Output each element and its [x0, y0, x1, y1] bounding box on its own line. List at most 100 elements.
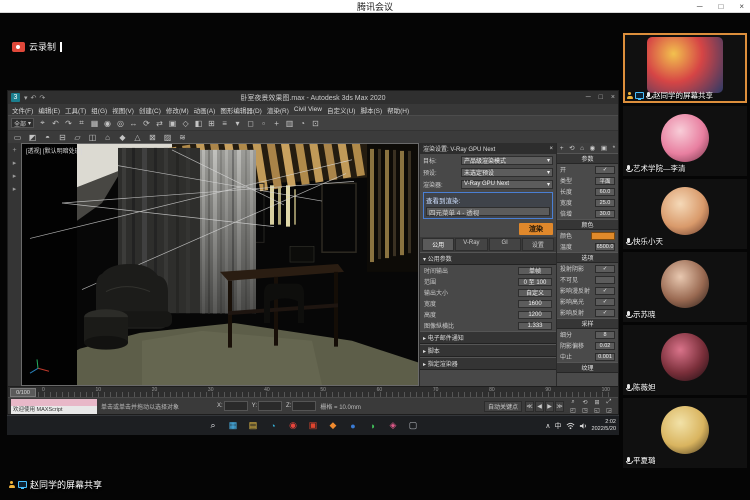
strip-icon[interactable]: ▸	[13, 159, 17, 167]
toolbar-icon[interactable]: ≋	[176, 131, 189, 143]
playback-icon[interactable]: ≫	[555, 401, 564, 412]
participant-tile[interactable]: 快乐小天	[623, 179, 747, 249]
toolbar-icon[interactable]: ◓	[41, 131, 54, 143]
command-panel-row[interactable]: 选项	[557, 252, 618, 263]
auto-key-button[interactable]: 自动关键点	[484, 401, 522, 412]
menu-item[interactable]: 自定义(U)	[327, 105, 356, 115]
command-panel-row[interactable]: 细分 8	[557, 329, 618, 340]
command-panel-tab-icon[interactable]: ▣	[601, 144, 607, 152]
toolbar-icon[interactable]: ◇	[179, 117, 192, 129]
rollout-header[interactable]: ▾ 公用参数	[420, 252, 556, 265]
toolbar-icon[interactable]: ▫	[257, 117, 270, 129]
viewport-nav-icon[interactable]: ◰	[567, 406, 579, 414]
viewport-nav-icon[interactable]: ◲	[603, 406, 615, 414]
toolbar-icon[interactable]: ▦	[88, 117, 101, 129]
command-panel-tab-icon[interactable]: ◉	[590, 144, 596, 152]
menu-item[interactable]: 图形编辑器(D)	[220, 105, 262, 115]
toolbar-icon[interactable]: ⌂	[101, 131, 114, 143]
toolbar-icon[interactable]: ⟳	[140, 117, 153, 129]
viewport-label[interactable]: [透视] [默认明暗处理]	[26, 146, 82, 155]
taskbar-clock[interactable]: 2:02 2022/5/20	[592, 419, 616, 432]
menu-item[interactable]: 创建(C)	[139, 105, 161, 115]
render-dialog-tab[interactable]: GI	[489, 238, 521, 251]
render-param-row[interactable]: 宽度 1600	[420, 298, 556, 309]
menu-item[interactable]: 组(G)	[91, 105, 107, 115]
command-panel-row[interactable]: 纹理	[557, 362, 618, 373]
quick-access-icon[interactable]: ▾	[24, 94, 28, 102]
participant-tile[interactable]: 陈薇妲	[623, 325, 747, 395]
render-button[interactable]: 渲染	[519, 223, 553, 235]
participant-tile[interactable]: 赵同学的屏幕共享	[623, 33, 747, 103]
toolbar-icon[interactable]: ▱	[71, 131, 84, 143]
menu-item[interactable]: Civil View	[294, 106, 322, 113]
z-input[interactable]	[292, 401, 316, 411]
render-dialog-close-icon[interactable]: ×	[549, 146, 553, 152]
toolbar-icon[interactable]: ⊟	[56, 131, 69, 143]
viewport[interactable]: [透视] [默认明暗处理]	[21, 143, 419, 386]
toolbar-icon[interactable]: ⊠	[146, 131, 159, 143]
rollout-header-collapsed[interactable]: ▸ 电子邮件通知	[420, 331, 556, 344]
render-setting-row[interactable]: 预设: 未选定预设▾	[420, 166, 556, 178]
toolbar-icon[interactable]: ◩	[26, 131, 39, 143]
render-setting-row[interactable]: 渲染器: V-Ray GPU Next▾	[420, 178, 556, 190]
listener-script-row[interactable]: 欢迎使用 MAXScript	[11, 406, 97, 414]
quick-access-icon[interactable]: ↷	[39, 94, 45, 102]
app-gray-icon[interactable]: ▢	[407, 419, 420, 432]
command-panel-row[interactable]: 倍增 30.0	[557, 208, 618, 219]
menu-item[interactable]: 渲染(R)	[267, 105, 289, 115]
command-panel-row[interactable]: 中止 0.001	[557, 351, 618, 362]
file-explorer-icon[interactable]: ▤	[247, 419, 260, 432]
participant-tile[interactable]: 艺术学院—李清	[623, 106, 747, 176]
strip-icon[interactable]: +	[12, 147, 16, 154]
menu-item[interactable]: 视图(V)	[112, 105, 134, 115]
command-panel-row[interactable]: 不可见	[557, 274, 618, 285]
command-panel-row[interactable]: 长度 60.0	[557, 186, 618, 197]
command-panel-row[interactable]: 投射阴影 ✓	[557, 263, 618, 274]
toolbar-icon[interactable]: ▥	[283, 117, 296, 129]
command-panel-row[interactable]: 影响漫反射 ✓	[557, 285, 618, 296]
strip-icon[interactable]: ▸	[13, 185, 17, 193]
close-button[interactable]: ×	[739, 2, 744, 11]
selection-filter-dropdown[interactable]: 全部▾	[11, 118, 34, 128]
strip-icon[interactable]: ▸	[13, 172, 17, 180]
search-icon[interactable]: ⌕	[207, 419, 220, 432]
3dsmax-window[interactable]: 3 ▾↶↷ 卧室夜景效果图.max - Autodesk 3ds Max 202…	[7, 90, 619, 415]
command-panel-tab-icon[interactable]: ⟲	[569, 144, 574, 152]
3dsmax-maximize-button[interactable]: □	[599, 94, 603, 101]
render-param-row[interactable]: 图像纵横比 1.333	[420, 320, 556, 331]
toolbar-icon[interactable]: ◻	[244, 117, 257, 129]
command-panel-row[interactable]: 影响反射 ✓	[557, 307, 618, 318]
menu-item[interactable]: 编辑(E)	[38, 105, 60, 115]
render-param-row[interactable]: 输出大小 自定义	[420, 287, 556, 298]
command-panel-row[interactable]: 宽度 25.0	[557, 197, 618, 208]
cloud-recording-badge[interactable]: 云录制	[12, 40, 62, 53]
render-setting-row[interactable]: 目标: 产品级渲染模式▾	[420, 154, 556, 166]
render-param-row[interactable]: 时间输出 单帧	[420, 265, 556, 276]
participant-tile[interactable]: 示苏晓	[623, 252, 747, 322]
y-input[interactable]	[258, 401, 282, 411]
minimize-button[interactable]: ─	[697, 2, 703, 11]
quick-access-icon[interactable]: ↶	[31, 94, 37, 102]
time-slider[interactable]: 0/100	[10, 388, 36, 397]
command-panel[interactable]: +⟲⌂◉▣* 参数 开 ✓	[556, 143, 618, 386]
menu-item[interactable]: 动画(A)	[194, 105, 216, 115]
toolbar-icon[interactable]: ↶	[49, 117, 62, 129]
wifi-icon[interactable]	[566, 422, 575, 430]
rollout-header-collapsed[interactable]: ▸ 指定渲染器	[420, 357, 556, 370]
app-orange-icon[interactable]: ◆	[327, 419, 340, 432]
wechat-icon[interactable]: ◗	[367, 419, 380, 432]
menu-item[interactable]: 工具(T)	[65, 105, 86, 115]
command-panel-row[interactable]: 阴影偏移 0.02	[557, 340, 618, 351]
toolbar-icon[interactable]: ◔	[296, 117, 309, 129]
app-blue-icon[interactable]: ●	[347, 419, 360, 432]
maximize-button[interactable]: □	[718, 2, 723, 11]
viewport-nav-icon[interactable]: ◱	[591, 406, 603, 414]
command-panel-tab-icon[interactable]: +	[560, 145, 564, 152]
toolbar-icon[interactable]: +	[270, 117, 283, 129]
playback-icon[interactable]: ◀	[535, 401, 544, 412]
viewport-nav-icon[interactable]: ⤢	[603, 398, 615, 406]
toolbar-icon[interactable]: ⌖	[36, 117, 49, 129]
x-input[interactable]	[224, 401, 248, 411]
3dsmax-minimize-button[interactable]: ─	[586, 94, 591, 101]
toolbar-icon[interactable]: ▨	[161, 131, 174, 143]
